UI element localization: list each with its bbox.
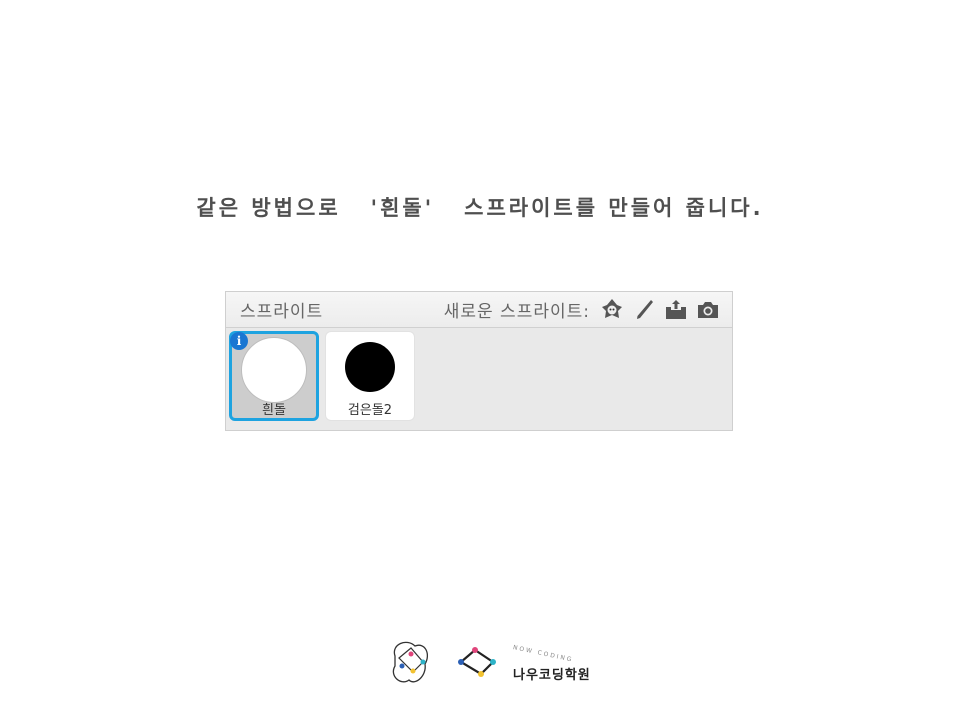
academy-name: 나우코딩학원 — [513, 668, 591, 683]
white-stone-thumbnail — [241, 337, 307, 403]
sprite-name: 검은돌2 — [347, 403, 393, 418]
new-sprite-label: 새로운 스프라이트: — [443, 302, 590, 322]
footer-logos: NOW CODING 나우코딩학원 — [385, 636, 615, 692]
paint-brush-icon[interactable] — [632, 298, 656, 322]
academy-logo-icon — [392, 641, 496, 683]
instruction-part-1: 같은 방법으로 — [196, 196, 341, 220]
instruction-text: 같은 방법으로 '흰돌' 스프라이트를 만들어 줍니다. — [0, 192, 960, 222]
brand-text: NOW CODING — [512, 644, 574, 664]
upload-icon[interactable] — [664, 298, 688, 322]
instruction-part-2: '흰돌' — [370, 196, 435, 220]
camera-icon[interactable] — [696, 298, 720, 322]
sprite-library-icon[interactable] — [600, 298, 624, 322]
info-icon[interactable]: i — [230, 332, 248, 350]
sprite-panel-header: 스프라이트 새로운 스프라이트: — [226, 292, 732, 328]
sprite-tile-black-stone[interactable]: 검은돌2 — [325, 331, 415, 421]
black-stone-thumbnail — [345, 342, 395, 392]
panel-title: 스프라이트 — [240, 302, 324, 322]
instruction-part-3: 스프라이트를 만들어 줍니다. — [464, 196, 764, 220]
new-sprite-toolbar: 새로운 스프라이트: — [444, 297, 720, 322]
sprite-name: 흰돌 — [262, 403, 286, 418]
sprite-panel: 스프라이트 새로운 스프라이트: 흰돌 i 검은돌2 — [225, 291, 733, 431]
sprite-tile-white-stone[interactable]: 흰돌 i — [229, 331, 319, 421]
sprite-list: 흰돌 i 검은돌2 — [226, 328, 732, 431]
